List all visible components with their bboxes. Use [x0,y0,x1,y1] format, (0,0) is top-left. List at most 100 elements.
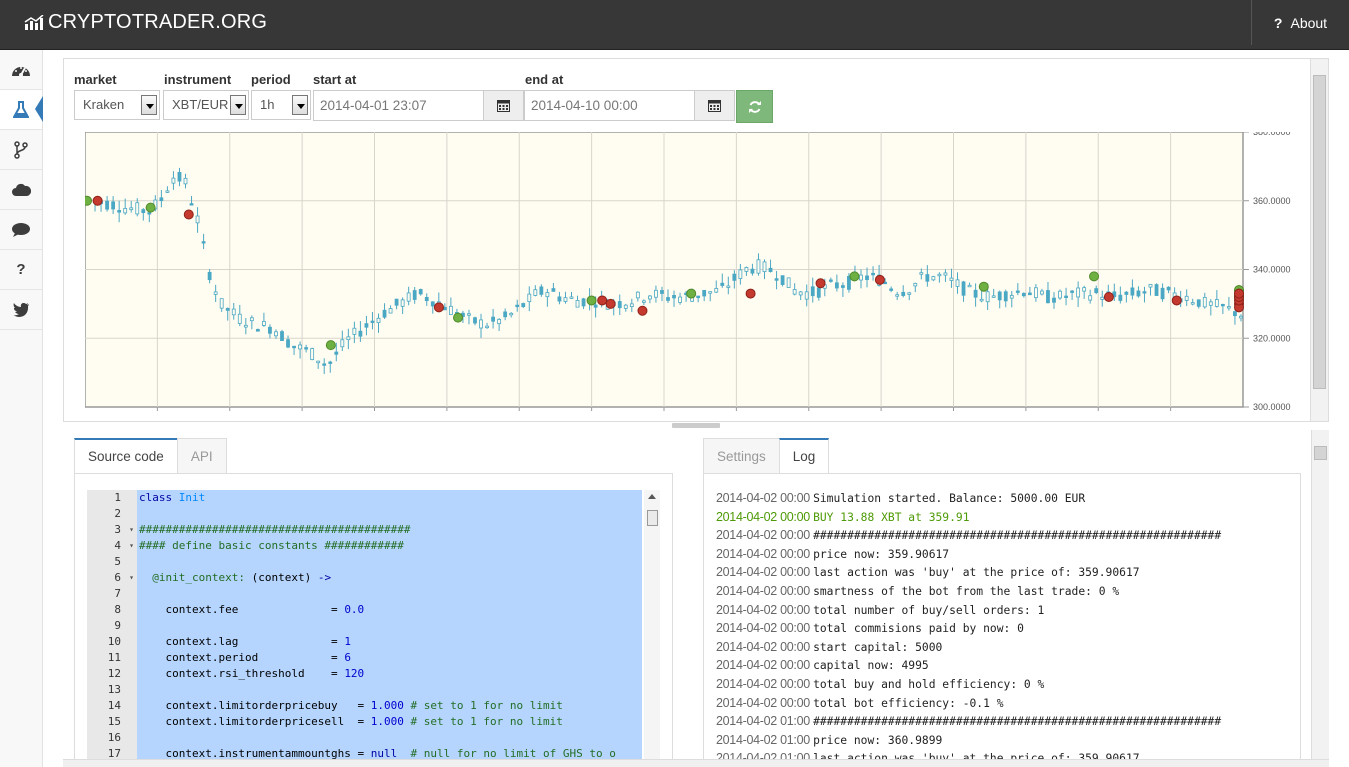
tab-settings[interactable]: Settings [703,438,780,474]
start-date-value: 2014-04-01 23:07 [320,98,427,113]
candle-body [961,281,966,296]
candle-body [1118,294,1123,301]
sell-marker[interactable] [605,298,616,309]
candle-body [913,283,918,287]
sell-marker[interactable] [1234,288,1244,299]
sidebar-item-cloud[interactable] [0,170,42,210]
code-line[interactable]: context.limitorderpricesell = 1.000 # se… [137,714,642,730]
sell-marker[interactable] [815,278,826,289]
buy-marker[interactable] [849,271,860,282]
sell-marker[interactable] [92,195,103,206]
code-line[interactable]: #### define basic constants ############ [137,538,642,554]
buy-marker[interactable] [978,281,989,292]
end-calendar-button[interactable] [694,90,735,121]
sell-marker[interactable] [874,274,885,285]
code-content[interactable]: class Init ##############################… [137,490,642,766]
sell-marker[interactable] [433,302,444,313]
scrollbar-thumb[interactable] [647,510,658,526]
sidebar-item-backtest[interactable] [0,90,43,130]
candle-body [593,304,598,308]
sidebar-item-dashboard[interactable] [0,50,42,90]
buy-marker[interactable] [453,312,464,323]
candle-body [895,294,900,297]
candle-body [491,316,495,322]
sell-marker[interactable] [1171,295,1182,306]
tab-log[interactable]: Log [778,438,830,474]
sidebar-item-help[interactable]: ? [0,250,42,290]
candle-body [545,292,550,298]
scrollbar-thumb[interactable] [1313,75,1326,389]
code-line[interactable] [137,506,642,522]
candle-body [1027,292,1032,296]
panel-splitter[interactable] [672,423,720,428]
candle-body [1160,287,1165,300]
candle-body [641,300,646,303]
buy-marker[interactable] [325,340,336,351]
candle-body [328,361,333,364]
code-line[interactable]: context.rsi_threshold = 120 [137,666,642,682]
fold-arrow-icon[interactable]: ▾ [129,570,134,586]
sidebar-item-twitter[interactable] [0,290,42,330]
buy-marker[interactable] [1089,271,1100,282]
buy-marker[interactable] [145,202,156,213]
instrument-select[interactable]: XBT/EUR [163,90,249,120]
brand-logo[interactable]: CRYPTOTRADER.ORG [24,11,267,34]
sell-marker[interactable] [597,295,608,306]
candle-body [1046,290,1050,304]
code-line[interactable]: context.limitorderpricebuy = 1.000 # set… [137,698,642,714]
code-line[interactable] [137,618,642,634]
code-line[interactable] [137,586,642,602]
lower-scrollbar[interactable] [1311,430,1329,759]
end-date-input[interactable]: 2014-04-10 00:00 [524,90,695,121]
code-line[interactable]: context.lag = 1 [137,634,642,650]
code-line[interactable] [137,682,642,698]
candlestick-chart[interactable]: 380.0000 360.0000 340.0000 320.0000 300.0000 [82,127,1312,414]
sell-marker[interactable] [637,305,648,316]
code-line[interactable] [137,554,642,570]
scrollbar-thumb[interactable] [1314,446,1327,460]
code-line[interactable]: context.period = 6 [137,650,642,666]
fold-arrow-icon[interactable]: ▾ [129,522,134,538]
code-editor[interactable]: 1 2 3 ▾ 4 ▾ 5 6 ▾ 7 8 9 10 11 12 13 14 15 16 17 class Init #… [74,473,673,767]
price-chart[interactable]: 380.0000 360.0000 340.0000 320.0000 300.0000 [82,127,1312,414]
candle-body [635,291,640,299]
about-link[interactable]: ? About [1251,0,1349,45]
source-tabs: Source code API [74,438,227,474]
refresh-button[interactable] [736,90,773,123]
cloud-icon [12,183,31,196]
tab-api[interactable]: API [176,438,227,474]
tab-source-code[interactable]: Source code [74,438,178,474]
start-date-input[interactable]: 2014-04-01 23:07 [313,90,484,121]
candle-body [503,311,508,318]
fold-arrow-icon[interactable]: ▾ [129,538,134,554]
sidebar-item-branch[interactable] [0,130,42,170]
code-line[interactable]: context.fee = 0.0 [137,602,642,618]
market-select[interactable]: Kraken [74,90,160,120]
candle-body [738,269,743,279]
buy-marker[interactable] [686,288,697,299]
sell-marker[interactable] [183,209,194,220]
horizontal-scrollbar[interactable] [63,759,1329,767]
buy-marker[interactable] [586,295,597,306]
candle-body [702,289,707,297]
chevron-up-icon[interactable] [648,494,656,499]
period-select[interactable]: 1h [251,90,311,120]
candle-body [1076,287,1081,298]
candle-body [557,296,562,302]
sidebar-item-chat[interactable] [0,210,42,250]
code-line[interactable]: ########################################… [137,522,642,538]
candle-body [1148,283,1153,288]
candle-body [1208,301,1213,306]
code-line[interactable]: class Init [137,490,642,506]
code-line[interactable] [137,730,642,746]
instrument-label: instrument [164,72,232,87]
line-number: 5 [114,555,121,568]
start-calendar-button[interactable] [483,90,524,121]
buy-marker[interactable] [82,195,92,206]
log-entry: 2014-04-02 00:00 total bot efficiency: -… [716,694,1221,713]
sell-marker[interactable] [1103,292,1114,302]
code-scrollbar[interactable] [644,490,660,766]
panel-scrollbar[interactable] [1310,59,1328,421]
sell-marker[interactable] [745,288,756,299]
code-line[interactable]: @init_context: (context) -> [137,570,642,586]
